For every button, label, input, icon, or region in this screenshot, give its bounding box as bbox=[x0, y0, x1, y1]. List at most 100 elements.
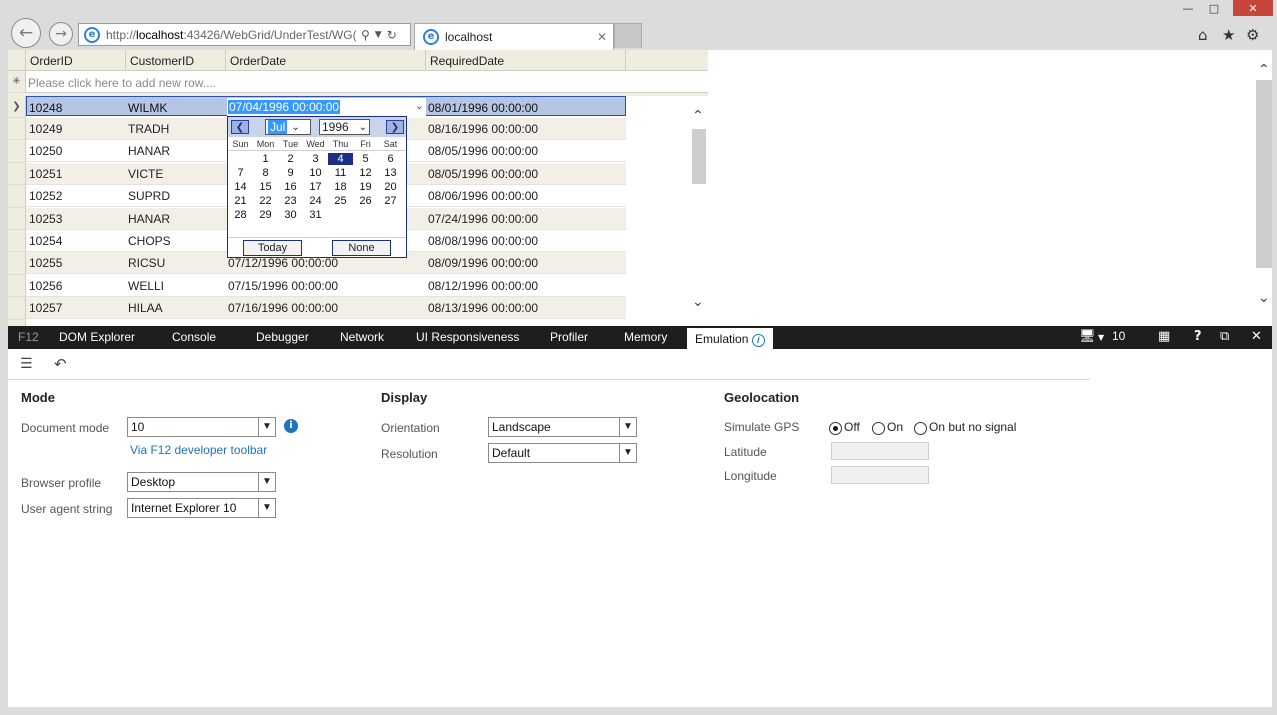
orderdate-editor-value[interactable]: 07/04/1996 00:00:00 bbox=[228, 100, 341, 114]
calendar-day[interactable]: 27 bbox=[378, 195, 403, 207]
new-tab-button[interactable] bbox=[614, 23, 642, 48]
row-selector[interactable] bbox=[8, 163, 26, 185]
calendar-day[interactable]: 31 bbox=[303, 209, 328, 221]
calendar-day[interactable]: 9 bbox=[278, 167, 303, 179]
tab-network[interactable]: Network bbox=[340, 326, 384, 349]
orientation-select[interactable]: Landscape ▼ bbox=[488, 417, 637, 437]
browser-tab[interactable]: e localhost ✕ bbox=[414, 23, 614, 50]
tab-memory[interactable]: Memory bbox=[624, 326, 667, 349]
orderdate-editor[interactable]: 07/04/1996 00:00:00 ⌄ bbox=[227, 98, 426, 117]
calendar-day[interactable]: 12 bbox=[353, 167, 378, 179]
calendar-day[interactable]: 8 bbox=[253, 167, 278, 179]
row-selector[interactable] bbox=[8, 252, 26, 275]
page-scroll-down-icon[interactable]: ⌄ bbox=[1258, 290, 1270, 306]
calendar-day[interactable]: 19 bbox=[353, 181, 378, 193]
undock-icon[interactable]: ⧉ bbox=[1220, 329, 1229, 344]
back-button[interactable]: ← bbox=[11, 18, 41, 48]
gps-no-signal-radio[interactable] bbox=[914, 422, 927, 435]
calendar-day[interactable]: 24 bbox=[303, 195, 328, 207]
row-selector[interactable] bbox=[8, 140, 26, 163]
settings-list-icon[interactable]: ☰ bbox=[20, 356, 33, 372]
calendar-day[interactable]: 29 bbox=[253, 209, 278, 221]
minimize-button[interactable]: — bbox=[1175, 0, 1201, 16]
longitude-input[interactable] bbox=[831, 466, 929, 484]
window-close-button[interactable]: ✕ bbox=[1233, 0, 1273, 16]
calendar-day[interactable]: 20 bbox=[378, 181, 403, 193]
calendar-day[interactable]: 5 bbox=[353, 153, 378, 165]
calendar-day[interactable]: 3 bbox=[303, 153, 328, 165]
calendar-day[interactable]: 30 bbox=[278, 209, 303, 221]
user-agent-select[interactable]: Internet Explorer 10 ▼ bbox=[127, 498, 276, 518]
document-mode-select[interactable]: 10 ▼ bbox=[127, 417, 276, 437]
tab-close-icon[interactable]: ✕ bbox=[597, 30, 607, 44]
calendar-day[interactable]: 6 bbox=[378, 153, 403, 165]
address-bar[interactable]: e http://localhost:43426/WebGrid/UnderTe… bbox=[78, 23, 411, 46]
forward-button[interactable]: → bbox=[49, 22, 73, 46]
tab-ui-responsiveness[interactable]: UI Responsiveness bbox=[416, 326, 519, 349]
table-row[interactable]: 10256 WELLI 07/15/1996 00:00:00 08/12/19… bbox=[26, 275, 626, 297]
calendar-day-selected[interactable]: 4 bbox=[328, 153, 353, 165]
calendar-day[interactable]: 26 bbox=[353, 195, 378, 207]
calendar-day[interactable]: 11 bbox=[328, 167, 353, 179]
header-customerid[interactable]: CustomerID bbox=[126, 50, 226, 71]
maximize-button[interactable]: □ bbox=[1201, 0, 1227, 16]
reset-icon[interactable]: ↶ bbox=[54, 355, 67, 373]
resolution-select[interactable]: Default ▼ bbox=[488, 443, 637, 463]
refresh-icon[interactable]: ↻ bbox=[387, 28, 397, 42]
tab-debugger[interactable]: Debugger bbox=[256, 326, 309, 349]
calendar-day[interactable]: 10 bbox=[303, 167, 328, 179]
gear-icon[interactable]: ⚙ bbox=[1246, 26, 1259, 44]
page-scrollbar-thumb[interactable] bbox=[1256, 80, 1272, 268]
tab-dom-explorer[interactable]: DOM Explorer bbox=[59, 326, 135, 349]
header-orderdate[interactable]: OrderDate bbox=[226, 50, 426, 71]
latitude-input[interactable] bbox=[831, 442, 929, 460]
page-scroll-up-icon[interactable]: ⌃ bbox=[1258, 62, 1270, 78]
calendar-day[interactable]: 25 bbox=[328, 195, 353, 207]
month-select[interactable]: Jul ⌄ bbox=[265, 119, 311, 135]
table-row-selected[interactable]: 10248 WILMK 07/04/1996 00:00:00 ⌄ 08/01/… bbox=[26, 96, 626, 117]
calendar-day[interactable]: 2 bbox=[278, 153, 303, 165]
row-selector[interactable] bbox=[8, 208, 26, 230]
table-row[interactable]: 10257 HILAA 07/16/1996 00:00:00 08/13/19… bbox=[26, 297, 626, 319]
favorites-star-icon[interactable]: ★ bbox=[1222, 26, 1235, 44]
gps-off-label[interactable]: Off bbox=[844, 420, 860, 434]
calendar-day[interactable]: 7 bbox=[228, 167, 253, 179]
calendar-day[interactable]: 16 bbox=[278, 181, 303, 193]
via-f12-toolbar-link[interactable]: Via F12 developer toolbar bbox=[130, 443, 267, 457]
tab-emulation[interactable]: Emulation i bbox=[687, 326, 773, 349]
console-toggle-icon[interactable]: ▦ bbox=[1158, 329, 1170, 344]
calendar-day[interactable]: 1 bbox=[253, 153, 278, 165]
gps-no-signal-label[interactable]: On but no signal bbox=[929, 420, 1016, 434]
calendar-day[interactable]: 14 bbox=[228, 181, 253, 193]
calendar-day[interactable]: 28 bbox=[228, 209, 253, 221]
grid-scroll-down-icon[interactable]: ⌄ bbox=[692, 294, 704, 310]
calendar-day[interactable]: 13 bbox=[378, 167, 403, 179]
gps-on-label[interactable]: On bbox=[887, 420, 903, 434]
tab-profiler[interactable]: Profiler bbox=[550, 326, 588, 349]
row-selector[interactable] bbox=[8, 230, 26, 252]
next-month-button[interactable]: ❯ bbox=[386, 120, 404, 134]
row-selector[interactable] bbox=[8, 275, 26, 297]
row-selector[interactable] bbox=[8, 185, 26, 208]
calendar-day[interactable]: 18 bbox=[328, 181, 353, 193]
tab-console[interactable]: Console bbox=[172, 326, 216, 349]
monitor-icon[interactable]: 🖥 bbox=[1079, 329, 1096, 344]
row-selector[interactable] bbox=[8, 297, 26, 320]
grid-scroll-up-icon[interactable]: ⌃ bbox=[692, 108, 704, 124]
calendar-day[interactable]: 23 bbox=[278, 195, 303, 207]
year-select[interactable]: 1996 ⌄ bbox=[319, 119, 370, 135]
gps-on-radio[interactable] bbox=[872, 422, 885, 435]
row-selector[interactable] bbox=[8, 118, 26, 140]
header-orderid[interactable]: OrderID bbox=[26, 50, 126, 71]
gps-off-radio[interactable] bbox=[829, 422, 842, 435]
none-button[interactable]: None bbox=[332, 240, 391, 256]
new-row-placeholder[interactable]: Please click here to add new row.... bbox=[26, 71, 708, 93]
dropdown-icon[interactable]: ▼ bbox=[375, 30, 382, 40]
search-icon[interactable]: ⚲ bbox=[361, 28, 370, 42]
header-requireddate[interactable]: RequiredDate bbox=[426, 50, 626, 71]
browser-profile-select[interactable]: Desktop ▼ bbox=[127, 472, 276, 492]
url-text[interactable]: http://localhost:43426/WebGrid/UnderTest… bbox=[106, 28, 356, 42]
grid-scrollbar-thumb[interactable] bbox=[692, 129, 706, 184]
calendar-day[interactable]: 17 bbox=[303, 181, 328, 193]
chevron-down-icon[interactable]: ⌄ bbox=[415, 99, 424, 112]
